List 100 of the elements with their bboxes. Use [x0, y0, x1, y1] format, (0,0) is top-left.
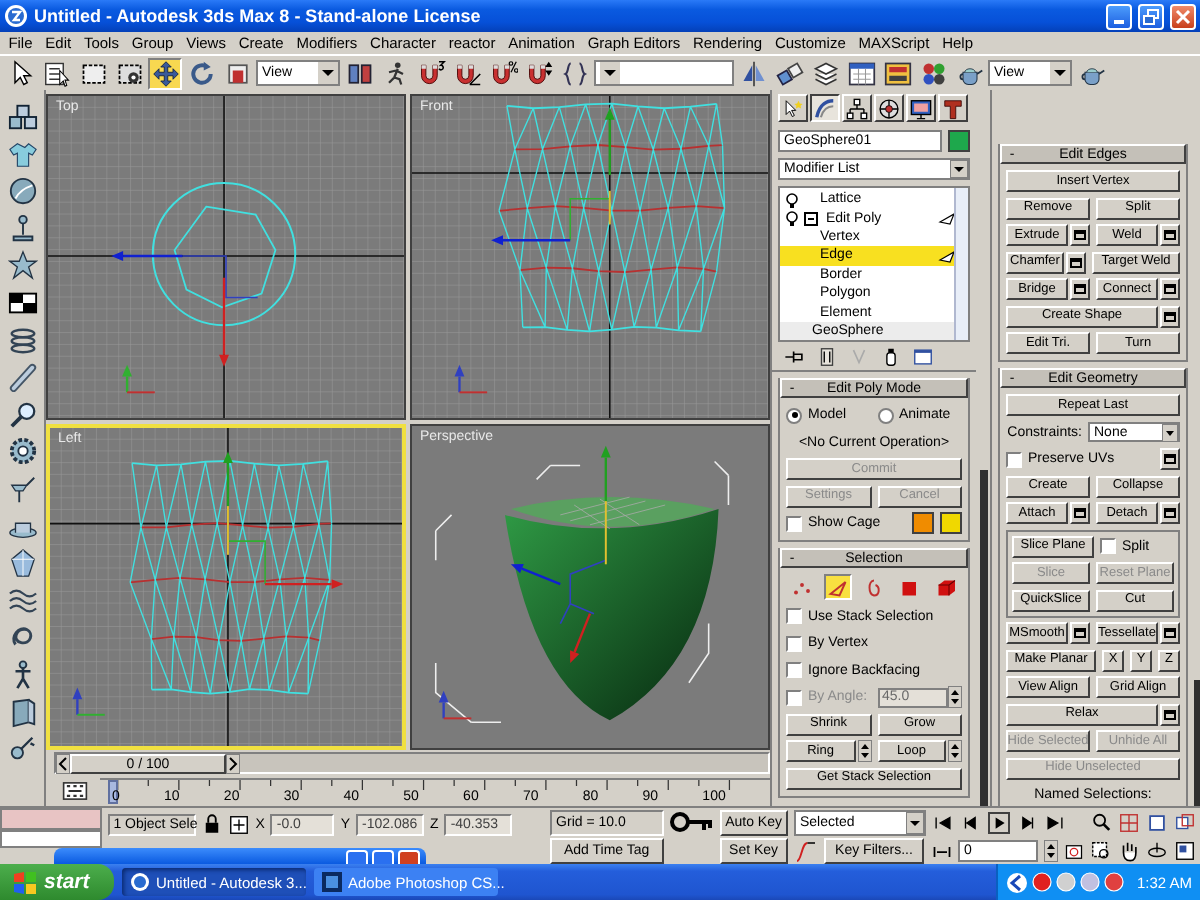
go-to-end-icon[interactable] — [1044, 812, 1066, 834]
tool-button[interactable] — [772, 57, 806, 89]
checkbox[interactable] — [1006, 451, 1022, 467]
tool-button[interactable] — [148, 57, 182, 89]
orbit-icon[interactable] — [1146, 840, 1168, 862]
selection-set-dropdown[interactable] — [594, 60, 734, 86]
panel-tab[interactable] — [810, 94, 840, 122]
key-icon[interactable] — [669, 808, 714, 836]
settings-button[interactable] — [1066, 251, 1086, 273]
play-icon[interactable] — [988, 812, 1010, 834]
settings-button[interactable] — [1160, 305, 1180, 327]
crystal-icon[interactable] — [7, 548, 37, 579]
zoom-extents-icon[interactable] — [1146, 812, 1168, 834]
plug-icon[interactable] — [7, 734, 37, 765]
settings-button[interactable] — [1160, 502, 1180, 524]
restore-button[interactable] — [1138, 3, 1164, 29]
checker-icon[interactable] — [7, 287, 37, 318]
spinner-arrows-icon[interactable] — [948, 740, 962, 762]
checkbox[interactable] — [786, 515, 802, 531]
color-swatch[interactable] — [912, 512, 934, 534]
zoom-all-icon[interactable] — [1118, 812, 1140, 834]
tool-button[interactable] — [808, 57, 842, 89]
settings-button[interactable] — [1160, 703, 1180, 725]
previous-key-icon[interactable] — [960, 812, 982, 834]
color-swatch[interactable] — [940, 512, 962, 534]
settings-button[interactable] — [1160, 448, 1180, 470]
tool-button[interactable] — [558, 57, 592, 89]
light-bulb-icon[interactable] — [784, 210, 800, 227]
expand-toggle-icon[interactable] — [804, 211, 818, 226]
chevron-icon[interactable] — [1006, 871, 1029, 893]
spinner-arrows-icon[interactable] — [1044, 840, 1058, 862]
object-color-swatch[interactable] — [948, 130, 970, 152]
time-config-icon[interactable] — [1064, 841, 1084, 861]
book-icon[interactable] — [7, 697, 37, 727]
tray-icon[interactable] — [1104, 872, 1125, 892]
checkbox[interactable] — [786, 608, 802, 624]
absolute-mode-icon[interactable] — [227, 813, 250, 835]
region-zoom-icon[interactable] — [1090, 840, 1112, 862]
light-bulb-icon[interactable] — [784, 191, 800, 208]
next-key-icon[interactable] — [1016, 812, 1038, 834]
align-icon — [775, 59, 803, 87]
settings-button[interactable] — [1160, 224, 1180, 246]
selection-level-button[interactable] — [824, 574, 852, 600]
settings-button[interactable] — [1160, 278, 1180, 300]
settings-button[interactable] — [1070, 278, 1090, 300]
pin-icon[interactable] — [7, 213, 37, 244]
frame-marker[interactable] — [108, 780, 118, 805]
script-output-field[interactable] — [0, 830, 102, 848]
coil-icon[interactable] — [7, 325, 37, 356]
move-gizmo-drawing — [223, 451, 344, 589]
magnifier-icon[interactable] — [1090, 812, 1112, 834]
tray-icon[interactable] — [1032, 872, 1053, 892]
settings-button[interactable] — [1160, 622, 1180, 644]
tray-icon[interactable] — [1056, 872, 1077, 892]
tangent-curve-icon[interactable] — [794, 839, 818, 863]
checkbox[interactable] — [1100, 538, 1116, 554]
go-to-start-icon[interactable] — [932, 812, 954, 834]
settings-button[interactable] — [1070, 502, 1090, 524]
dashed-rectangle-icon — [79, 59, 107, 87]
minimize-icon — [1114, 19, 1124, 23]
shirt-icon[interactable] — [7, 139, 37, 170]
wheel-icon — [878, 97, 900, 119]
minimize-button[interactable] — [1106, 3, 1132, 29]
mirror-icon — [739, 59, 767, 87]
tool-button[interactable] — [880, 57, 914, 89]
gear-icon[interactable] — [7, 436, 37, 467]
close-button[interactable] — [1170, 3, 1196, 29]
lamp-icon[interactable] — [7, 473, 37, 504]
key-mode-icon[interactable] — [932, 841, 952, 861]
zoom-extents-all-icon[interactable] — [1174, 812, 1196, 834]
tool-button[interactable] — [844, 57, 878, 89]
sphere-icon[interactable] — [7, 176, 37, 207]
lock-icon[interactable] — [201, 814, 222, 834]
minimize-button[interactable] — [346, 850, 368, 864]
waves-icon[interactable] — [7, 585, 37, 616]
close-button[interactable] — [398, 850, 420, 864]
pipe-icon[interactable] — [816, 345, 838, 367]
settings-button[interactable] — [1070, 622, 1090, 644]
tube-icon[interactable] — [7, 362, 37, 393]
configure-icon[interactable] — [912, 345, 934, 367]
previous-frame-icon[interactable] — [56, 754, 70, 775]
magnifier-icon[interactable] — [7, 399, 37, 430]
spinner-arrows-icon[interactable] — [857, 740, 871, 762]
maximize-button[interactable] — [372, 850, 394, 864]
checkbox[interactable] — [786, 635, 802, 651]
tray-icon[interactable] — [1080, 872, 1101, 892]
boxes-icon[interactable] — [7, 102, 37, 132]
script-listener-field[interactable] — [0, 808, 102, 830]
checkbox[interactable] — [786, 662, 802, 678]
tool-button[interactable] — [40, 57, 74, 89]
radio-button[interactable] — [877, 407, 893, 423]
maximize-viewport-icon[interactable] — [1174, 840, 1196, 862]
star-figure-icon[interactable] — [7, 250, 37, 281]
key-filmstrip-icon[interactable] — [62, 778, 88, 805]
settings-button[interactable] — [1070, 224, 1090, 246]
trash-can-icon[interactable] — [880, 345, 902, 367]
hand-icon[interactable] — [1118, 840, 1140, 862]
radio-button[interactable] — [786, 407, 802, 423]
next-frame-icon[interactable] — [226, 754, 240, 775]
window-titlebar[interactable] — [54, 848, 426, 864]
